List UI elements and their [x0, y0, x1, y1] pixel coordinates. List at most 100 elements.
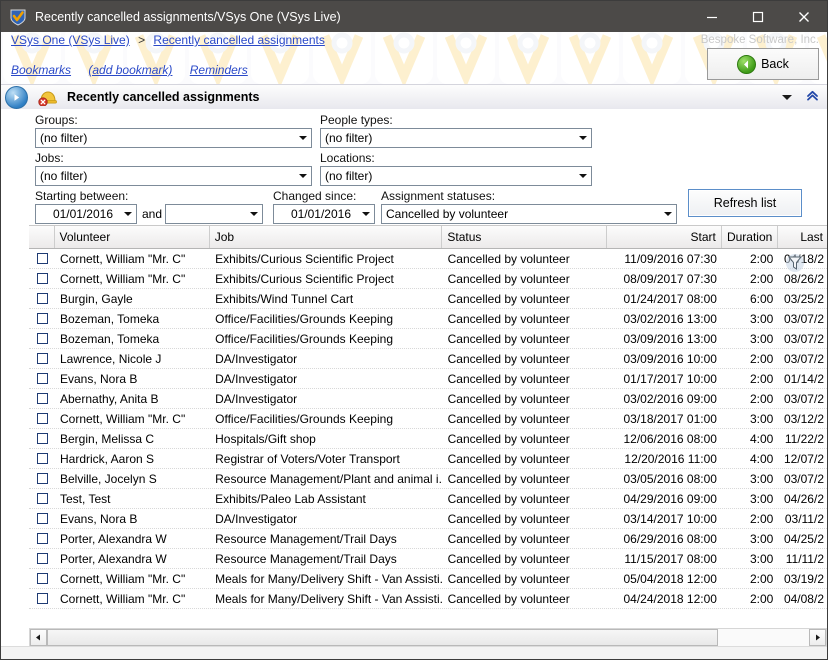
table-row[interactable]: Evans, Nora BDA/InvestigatorCancelled by…	[29, 509, 828, 529]
close-button[interactable]	[781, 1, 827, 32]
chevron-down-icon[interactable]	[574, 167, 591, 185]
row-checkbox-cell[interactable]	[29, 393, 55, 404]
caret-down-icon[interactable]	[782, 95, 792, 100]
scrollbar-thumb[interactable]	[47, 629, 718, 646]
table-row[interactable]: Lawrence, Nicole JDA/InvestigatorCancell…	[29, 349, 828, 369]
cell-duration: 6:00	[722, 292, 778, 306]
starting-to-date[interactable]	[165, 204, 263, 224]
chevron-down-icon[interactable]	[574, 129, 591, 147]
table-row[interactable]: Evans, Nora BDA/InvestigatorCancelled by…	[29, 369, 828, 389]
row-checkbox[interactable]	[37, 493, 48, 504]
changed-since-date[interactable]: 01/01/2016	[273, 204, 375, 224]
refresh-list-button[interactable]: Refresh list	[688, 189, 802, 217]
watermark-logo-icon	[435, 32, 497, 84]
row-checkbox[interactable]	[37, 293, 48, 304]
people-types-select[interactable]: (no filter)	[320, 128, 592, 148]
row-checkbox-cell[interactable]	[29, 473, 55, 484]
table-row[interactable]: Cornett, William "Mr. C"Meals for Many/D…	[29, 589, 828, 609]
row-checkbox-cell[interactable]	[29, 453, 55, 464]
play-circle-icon[interactable]	[5, 86, 28, 109]
scrollbar-track[interactable]	[47, 629, 809, 646]
row-checkbox[interactable]	[37, 553, 48, 564]
select-all-header[interactable]	[29, 226, 55, 248]
row-checkbox-cell[interactable]	[29, 433, 55, 444]
maximize-button[interactable]	[735, 1, 781, 32]
row-checkbox-cell[interactable]	[29, 293, 55, 304]
table-row[interactable]: Belville, Jocelyn SResource Management/P…	[29, 469, 828, 489]
table-row[interactable]: Cornett, William "Mr. C"Meals for Many/D…	[29, 569, 828, 589]
minimize-button[interactable]	[689, 1, 735, 32]
table-row[interactable]: Cornett, William "Mr. C"Office/Facilitie…	[29, 409, 828, 429]
row-checkbox-cell[interactable]	[29, 313, 55, 324]
row-checkbox[interactable]	[37, 453, 48, 464]
row-checkbox-cell[interactable]	[29, 353, 55, 364]
column-header-volunteer[interactable]: Volunteer	[55, 226, 210, 248]
jobs-select[interactable]: (no filter)	[35, 166, 312, 186]
row-checkbox-cell[interactable]	[29, 273, 55, 284]
row-checkbox[interactable]	[37, 253, 48, 264]
table-row[interactable]: Bergin, Melissa CHospitals/Gift shopCanc…	[29, 429, 828, 449]
column-header-duration[interactable]: Duration	[722, 226, 778, 248]
bookmarks-link[interactable]: Bookmarks	[11, 63, 71, 77]
table-row[interactable]: Bozeman, TomekaOffice/Facilities/Grounds…	[29, 309, 828, 329]
row-checkbox-cell[interactable]	[29, 533, 55, 544]
back-button[interactable]: Back	[707, 48, 819, 80]
column-header-start[interactable]: Start	[607, 226, 722, 248]
table-row[interactable]: Porter, Alexandra WResource Management/T…	[29, 549, 828, 569]
table-row[interactable]: Cornett, William "Mr. C"Exhibits/Curious…	[29, 269, 828, 289]
chevron-down-icon[interactable]	[357, 205, 374, 223]
row-checkbox[interactable]	[37, 473, 48, 484]
breadcrumb-root-link[interactable]: VSys One (VSys Live)	[11, 33, 130, 47]
table-row[interactable]: Abernathy, Anita BDA/InvestigatorCancell…	[29, 389, 828, 409]
row-checkbox[interactable]	[37, 353, 48, 364]
chevron-down-icon[interactable]	[245, 205, 262, 223]
table-row[interactable]: Hardrick, Aaron SRegistrar of Voters/Vot…	[29, 449, 828, 469]
table-row[interactable]: Cornett, William "Mr. C"Exhibits/Curious…	[29, 249, 828, 269]
cell-start: 03/18/2017 01:00	[607, 412, 721, 426]
row-checkbox[interactable]	[37, 333, 48, 344]
row-checkbox[interactable]	[37, 273, 48, 284]
table-row[interactable]: Burgin, GayleExhibits/Wind Tunnel CartCa…	[29, 289, 828, 309]
cell-job: DA/Investigator	[210, 392, 443, 406]
row-checkbox-cell[interactable]	[29, 413, 55, 424]
breadcrumb-current-link[interactable]: Recently cancelled assignments	[153, 33, 324, 47]
double-chevron-up-icon[interactable]	[806, 89, 819, 105]
reminders-link[interactable]: Reminders	[190, 63, 248, 77]
column-header-last[interactable]: Last	[778, 226, 828, 248]
row-checkbox[interactable]	[37, 573, 48, 584]
chevron-down-icon[interactable]	[294, 129, 311, 147]
chevron-down-icon[interactable]	[294, 167, 311, 185]
table-row[interactable]: Bozeman, TomekaOffice/Facilities/Grounds…	[29, 329, 828, 349]
column-header-status[interactable]: Status	[442, 226, 607, 248]
row-checkbox[interactable]	[37, 593, 48, 604]
row-checkbox-cell[interactable]	[29, 573, 55, 584]
groups-select[interactable]: (no filter)	[35, 128, 312, 148]
row-checkbox[interactable]	[37, 513, 48, 524]
horizontal-scrollbar[interactable]	[29, 628, 827, 647]
column-header-job[interactable]: Job	[210, 226, 443, 248]
row-checkbox-cell[interactable]	[29, 373, 55, 384]
cell-last: 08/26/2	[778, 272, 828, 286]
row-checkbox[interactable]	[37, 373, 48, 384]
scroll-right-arrow-icon[interactable]	[809, 629, 826, 646]
table-row[interactable]: Porter, Alexandra WResource Management/T…	[29, 529, 828, 549]
row-checkbox-cell[interactable]	[29, 333, 55, 344]
row-checkbox[interactable]	[37, 393, 48, 404]
row-checkbox-cell[interactable]	[29, 593, 55, 604]
assignment-statuses-select[interactable]: Cancelled by volunteer	[381, 204, 677, 224]
row-checkbox[interactable]	[37, 413, 48, 424]
chevron-down-icon[interactable]	[659, 205, 676, 223]
locations-select[interactable]: (no filter)	[320, 166, 592, 186]
row-checkbox-cell[interactable]	[29, 493, 55, 504]
row-checkbox-cell[interactable]	[29, 253, 55, 264]
add-bookmark-link[interactable]: (add bookmark)	[88, 63, 172, 77]
table-row[interactable]: Test, TestExhibits/Paleo Lab AssistantCa…	[29, 489, 828, 509]
starting-from-date[interactable]: 01/01/2016	[35, 204, 137, 224]
row-checkbox[interactable]	[37, 313, 48, 324]
row-checkbox-cell[interactable]	[29, 513, 55, 524]
chevron-down-icon[interactable]	[119, 205, 136, 223]
scroll-left-arrow-icon[interactable]	[30, 629, 47, 646]
row-checkbox[interactable]	[37, 433, 48, 444]
row-checkbox-cell[interactable]	[29, 553, 55, 564]
row-checkbox[interactable]	[37, 533, 48, 544]
